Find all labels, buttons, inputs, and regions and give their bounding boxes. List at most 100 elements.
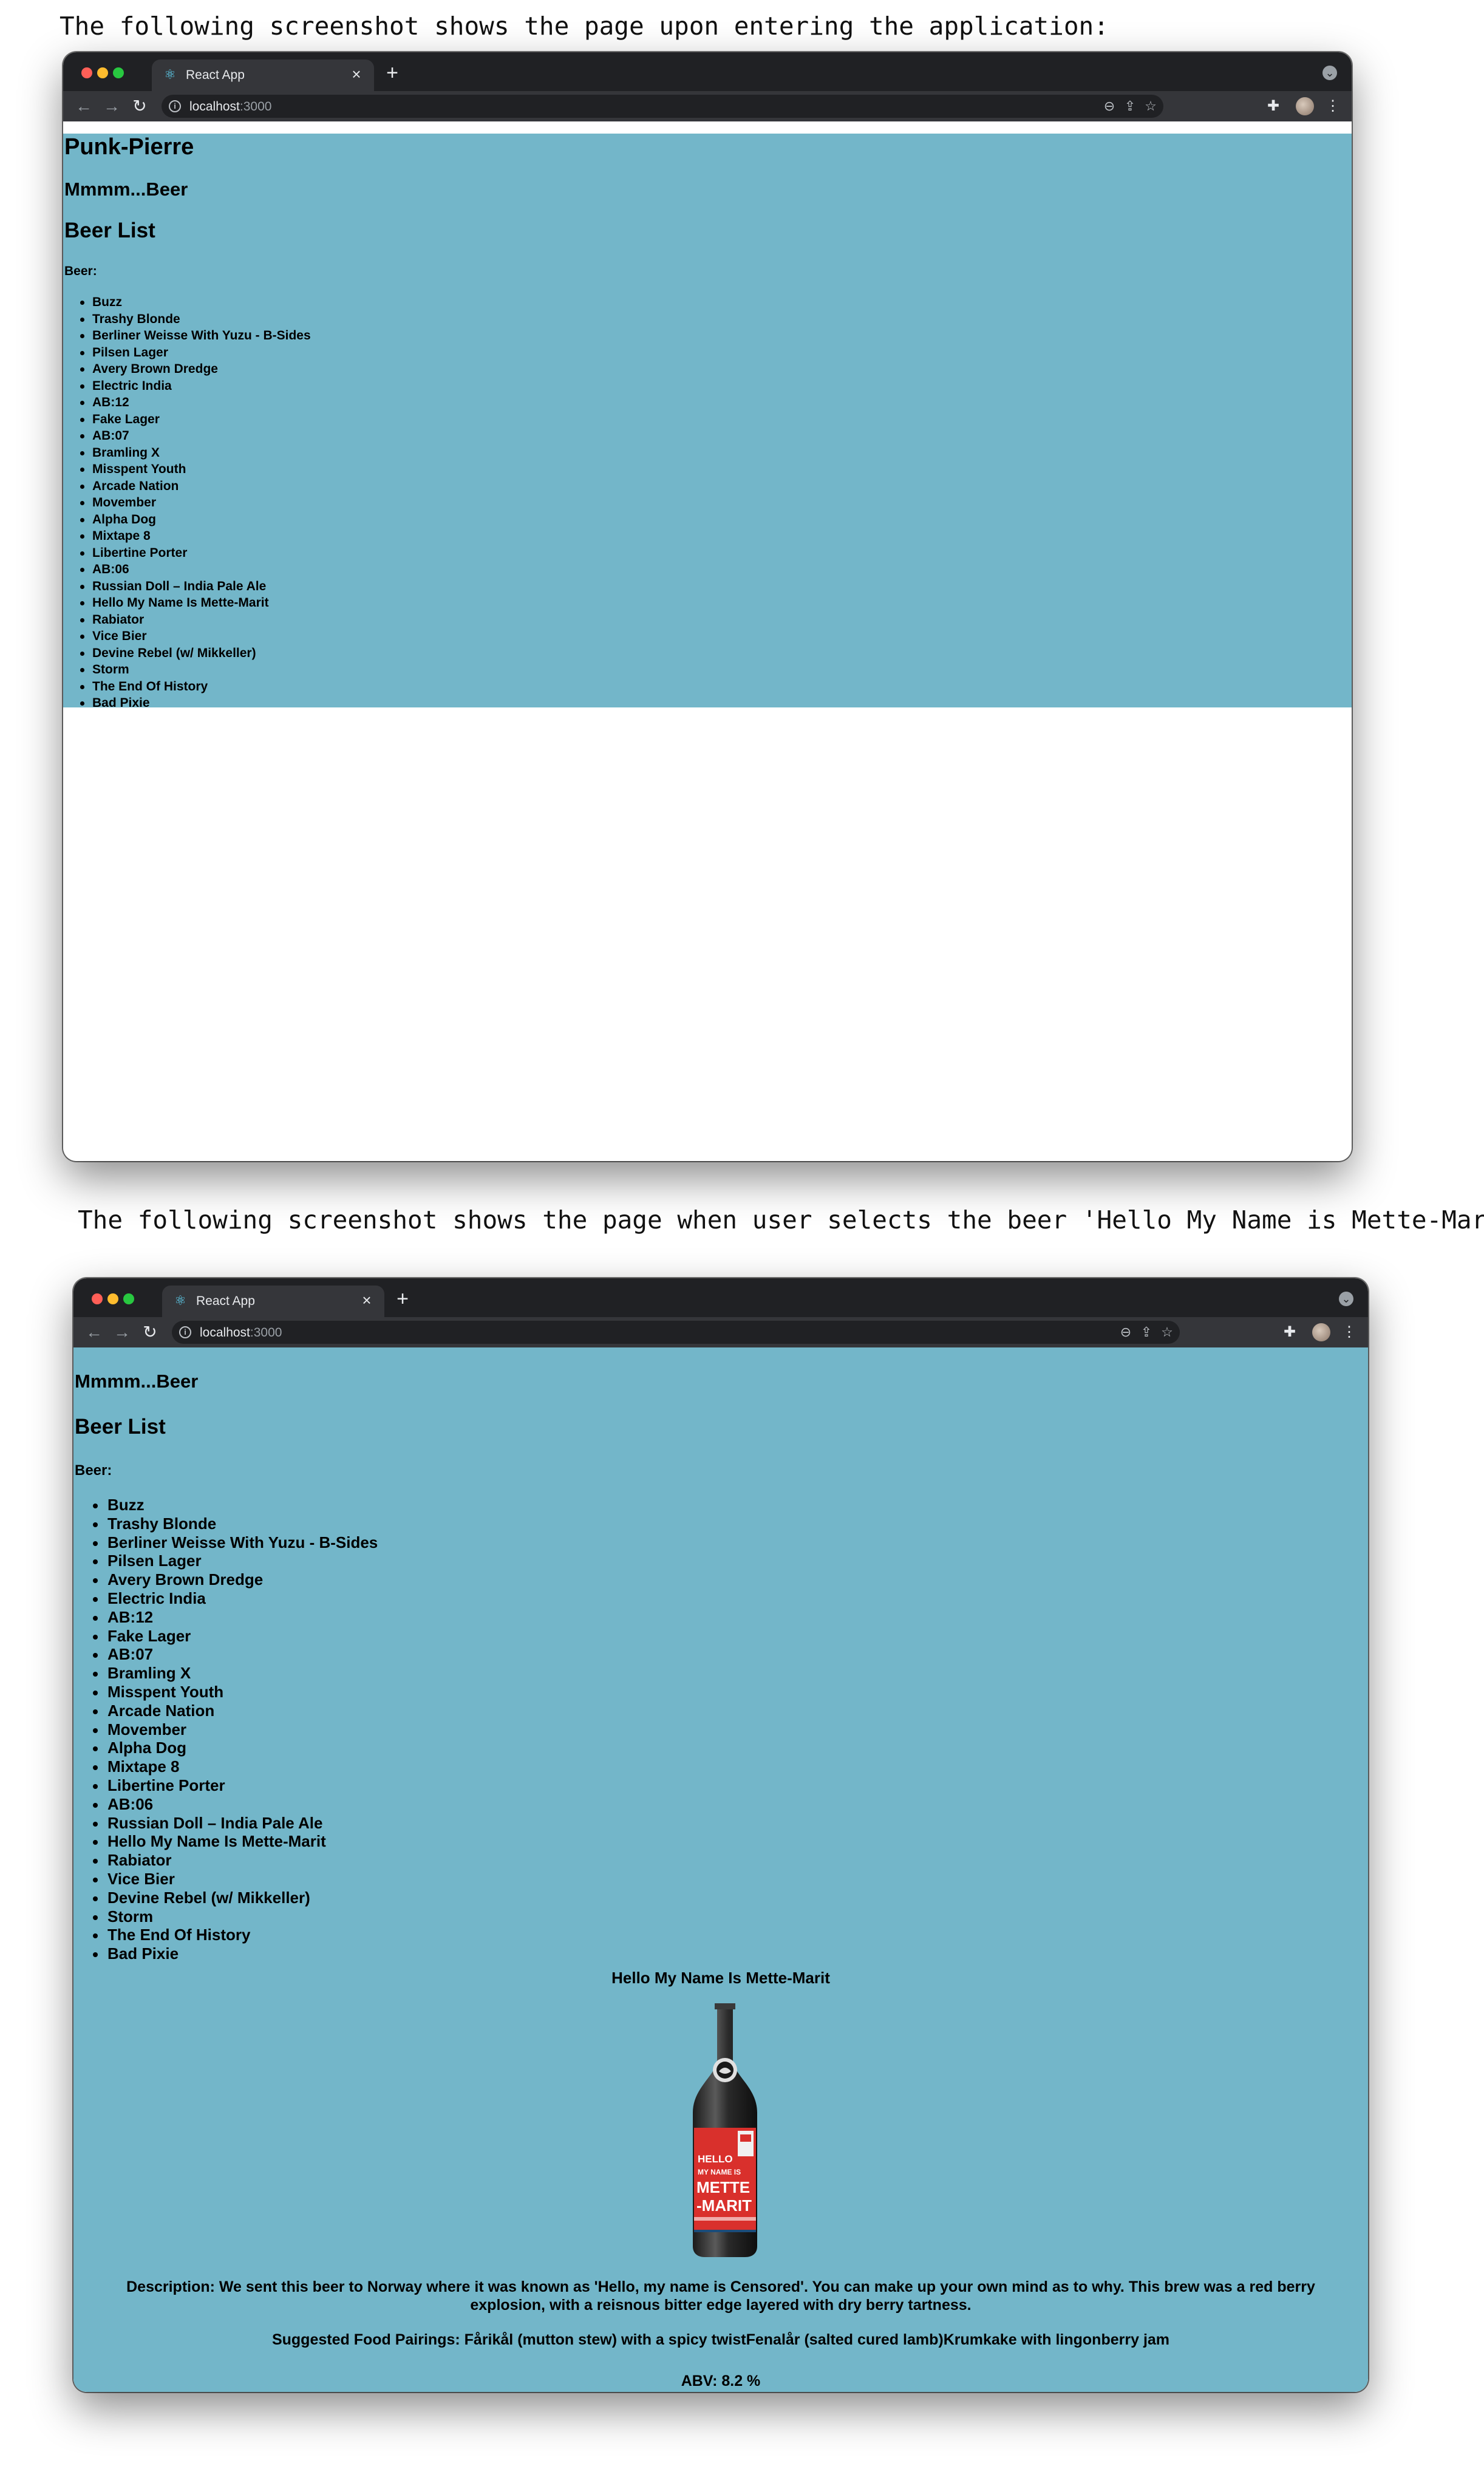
url-port: :3000 xyxy=(239,100,272,114)
window-close-dot[interactable] xyxy=(81,67,92,78)
puzzle-icon[interactable]: ✚ xyxy=(1279,1322,1300,1343)
tab-search-icon[interactable]: ⌄ xyxy=(1322,66,1337,80)
beer-list-item[interactable]: Misspent Youth xyxy=(80,461,311,478)
zoom-icon[interactable]: ⊖ xyxy=(1117,1323,1135,1341)
beer-list-item[interactable]: AB:06 xyxy=(92,1795,378,1814)
beer-list-item[interactable]: Arcade Nation xyxy=(92,1701,378,1720)
tab-search-icon[interactable]: ⌄ xyxy=(1339,1292,1353,1306)
beer-list-item[interactable]: Hello My Name Is Mette-Marit xyxy=(92,1832,378,1851)
beer-list-item[interactable]: Libertine Porter xyxy=(92,1776,378,1795)
beer-list-item[interactable]: Buzz xyxy=(80,294,311,311)
beer-list-item[interactable]: Movember xyxy=(80,494,311,511)
beer-list-item[interactable]: Mixtape 8 xyxy=(92,1757,378,1776)
address-bar[interactable]: i localhost:3000 ⊖ ⇪ ☆ xyxy=(162,95,1163,118)
window-zoom-dot[interactable] xyxy=(113,67,124,78)
arrow-left-icon[interactable]: ← xyxy=(83,1321,105,1343)
beer-list-item[interactable]: AB:12 xyxy=(80,394,311,411)
react-atom-icon: ⚛ xyxy=(174,1293,186,1308)
close-icon[interactable]: × xyxy=(347,65,366,83)
arrow-right-icon[interactable]: → xyxy=(111,1321,133,1343)
beer-list-item[interactable]: Electric India xyxy=(80,378,311,395)
beer-list-item[interactable]: Russian Doll – India Pale Ale xyxy=(80,578,311,595)
beer-list-item[interactable]: Movember xyxy=(92,1720,378,1739)
beer-list-item[interactable]: AB:06 xyxy=(80,561,311,578)
plus-icon[interactable]: + xyxy=(390,1287,415,1312)
profile-avatar[interactable] xyxy=(1296,97,1314,115)
kebab-menu-icon[interactable]: ⋮ xyxy=(1322,96,1343,117)
beer-list-item[interactable]: Trashy Blonde xyxy=(80,311,311,328)
beer-list-item[interactable]: Rabiator xyxy=(80,611,311,628)
window-close-dot[interactable] xyxy=(92,1293,103,1304)
beer-list-item[interactable]: Vice Bier xyxy=(80,628,311,645)
beer-list-item[interactable]: Electric India xyxy=(92,1589,378,1608)
beer-list-item[interactable]: Pilsen Lager xyxy=(92,1551,378,1570)
browser-tab[interactable]: ⚛ React App × xyxy=(162,1286,384,1317)
beer-list-item[interactable]: Berliner Weisse With Yuzu - B-Sides xyxy=(92,1533,378,1552)
beer-list-item[interactable]: Bad Pixie xyxy=(92,1944,378,1963)
star-icon[interactable]: ☆ xyxy=(1158,1323,1176,1341)
beer-list-item[interactable]: Devine Rebel (w/ Mikkeller) xyxy=(80,645,311,662)
beer-list-item[interactable]: The End Of History xyxy=(92,1926,378,1944)
beer-list-item[interactable]: Devine Rebel (w/ Mikkeller) xyxy=(92,1889,378,1907)
selected-beer-food-pairings: Suggested Food Pairings: Fårikål (mutton… xyxy=(271,2331,1170,2348)
beer-list-item[interactable]: Bad Pixie xyxy=(80,695,311,712)
zoom-icon[interactable]: ⊖ xyxy=(1100,97,1118,115)
info-icon[interactable]: i xyxy=(179,1326,191,1338)
window-zoom-dot[interactable] xyxy=(123,1293,134,1304)
react-atom-icon: ⚛ xyxy=(164,67,176,82)
beer-list-item[interactable]: Libertine Porter xyxy=(80,545,311,562)
beer-list-item[interactable]: Fake Lager xyxy=(92,1627,378,1646)
beer-list-item[interactable]: Alpha Dog xyxy=(80,511,311,528)
beer-list: Buzz Trashy Blonde Berliner Weisse With … xyxy=(92,1496,378,1963)
arrow-right-icon[interactable]: → xyxy=(101,95,123,117)
puzzle-icon[interactable]: ✚ xyxy=(1263,96,1284,117)
beer-list-item[interactable]: AB:12 xyxy=(92,1608,378,1627)
beer-list-item[interactable]: Storm xyxy=(80,661,311,678)
beer-list-item[interactable]: Bramling X xyxy=(92,1664,378,1683)
star-icon[interactable]: ☆ xyxy=(1142,97,1160,115)
window-minimize-dot[interactable] xyxy=(97,67,108,78)
arrow-left-icon[interactable]: ← xyxy=(73,95,95,117)
label-line-4: -MARIT xyxy=(696,2196,752,2215)
profile-avatar[interactable] xyxy=(1312,1323,1330,1341)
beer-list-item[interactable]: Avery Brown Dredge xyxy=(80,361,311,378)
beer-list-item[interactable]: Storm xyxy=(92,1907,378,1926)
app-tagline: Mmmm...Beer xyxy=(64,179,188,200)
beer-list-item[interactable]: Vice Bier xyxy=(92,1870,378,1889)
address-bar[interactable]: i localhost:3000 ⊖ ⇪ ☆ xyxy=(172,1321,1180,1344)
beer-list-item[interactable]: The End Of History xyxy=(80,678,311,695)
share-icon[interactable]: ⇪ xyxy=(1137,1323,1156,1341)
beer-list-item[interactable]: Avery Brown Dredge xyxy=(92,1570,378,1589)
share-icon[interactable]: ⇪ xyxy=(1121,97,1139,115)
beer-list-item[interactable]: Fake Lager xyxy=(80,411,311,428)
beer-list-item[interactable]: Buzz xyxy=(92,1496,378,1514)
beer-list-item[interactable]: Bramling X xyxy=(80,444,311,462)
beer-list-item[interactable]: Alpha Dog xyxy=(92,1739,378,1757)
beer-list-item[interactable]: Hello My Name Is Mette-Marit xyxy=(80,594,311,611)
beer-list-item[interactable]: AB:07 xyxy=(92,1645,378,1664)
window-minimize-dot[interactable] xyxy=(107,1293,118,1304)
kebab-menu-icon[interactable]: ⋮ xyxy=(1339,1322,1360,1343)
beer-list-item[interactable]: AB:07 xyxy=(80,427,311,444)
browser-tab[interactable]: ⚛ React App × xyxy=(152,60,374,91)
reload-icon[interactable]: ↻ xyxy=(129,95,151,117)
browser-toolbar: ← → ↻ i localhost:3000 ⊖ ⇪ ☆ ✚ ⋮ xyxy=(73,1317,1368,1347)
beer-list-item[interactable]: Russian Doll – India Pale Ale xyxy=(92,1814,378,1833)
url-host: localhost xyxy=(200,1326,250,1340)
page-viewport: Punk-Pierre Mmmm...Beer Beer List Beer: … xyxy=(63,121,1352,1161)
beer-list-item[interactable]: Trashy Blonde xyxy=(92,1514,378,1533)
selected-beer-name: Hello My Name Is Mette-Marit xyxy=(611,1969,830,1987)
beer-list-item[interactable]: Rabiator xyxy=(92,1851,378,1870)
beer-list-item[interactable]: Berliner Weisse With Yuzu - B-Sides xyxy=(80,327,311,344)
beer-list-item[interactable]: Arcade Nation xyxy=(80,478,311,495)
page-viewport: Mmmm...Beer Beer List Beer: Buzz Trashy … xyxy=(73,1347,1368,2392)
url-host: localhost xyxy=(189,100,240,114)
plus-icon[interactable]: + xyxy=(380,61,404,86)
reload-icon[interactable]: ↻ xyxy=(139,1321,161,1343)
close-icon[interactable]: × xyxy=(358,1291,376,1309)
beer-list-item[interactable]: Mixtape 8 xyxy=(80,528,311,545)
browser-titlebar: ⚛ React App × + ⌄ xyxy=(63,52,1352,91)
beer-list-item[interactable]: Misspent Youth xyxy=(92,1683,378,1701)
beer-list-item[interactable]: Pilsen Lager xyxy=(80,344,311,361)
info-icon[interactable]: i xyxy=(169,100,181,112)
